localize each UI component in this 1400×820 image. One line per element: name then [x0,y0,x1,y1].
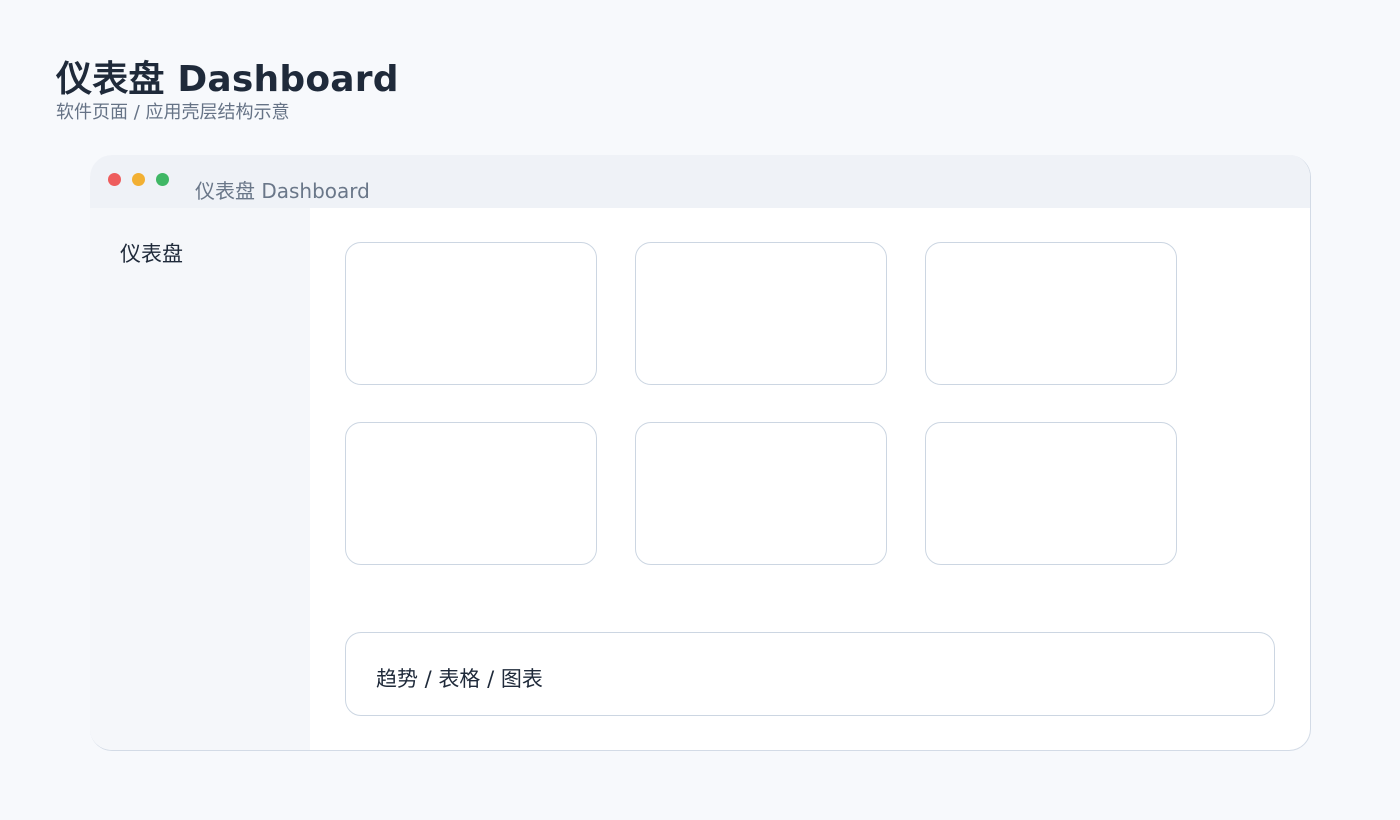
maximize-button[interactable] [156,173,169,186]
trend-panel[interactable]: 趋势 / 表格 / 图表 [345,632,1275,716]
page-title: 仪表盘 Dashboard [56,59,399,100]
window-titlebar: 仪表盘 Dashboard [90,155,1310,208]
sidebar-item-dashboard[interactable]: 仪表盘 [120,238,183,268]
trend-panel-label: 趋势 / 表格 / 图表 [376,667,543,691]
main-content: 趋势 / 表格 / 图表 [310,208,1310,750]
dashboard-card[interactable] [345,422,597,565]
dashboard-card[interactable] [635,242,887,385]
dashboard-card[interactable] [635,422,887,565]
page-subtitle: 软件页面 / 应用壳层结构示意 [56,102,290,123]
close-button[interactable] [108,173,121,186]
minimize-button[interactable] [132,173,145,186]
sidebar: 仪表盘 [90,208,310,750]
dashboard-card[interactable] [345,242,597,385]
window-title: 仪表盘 Dashboard [195,179,370,203]
dashboard-card[interactable] [925,242,1177,385]
dashboard-card[interactable] [925,422,1177,565]
app-window: 仪表盘 Dashboard 仪表盘 趋势 / 表格 / 图表 [90,155,1311,751]
